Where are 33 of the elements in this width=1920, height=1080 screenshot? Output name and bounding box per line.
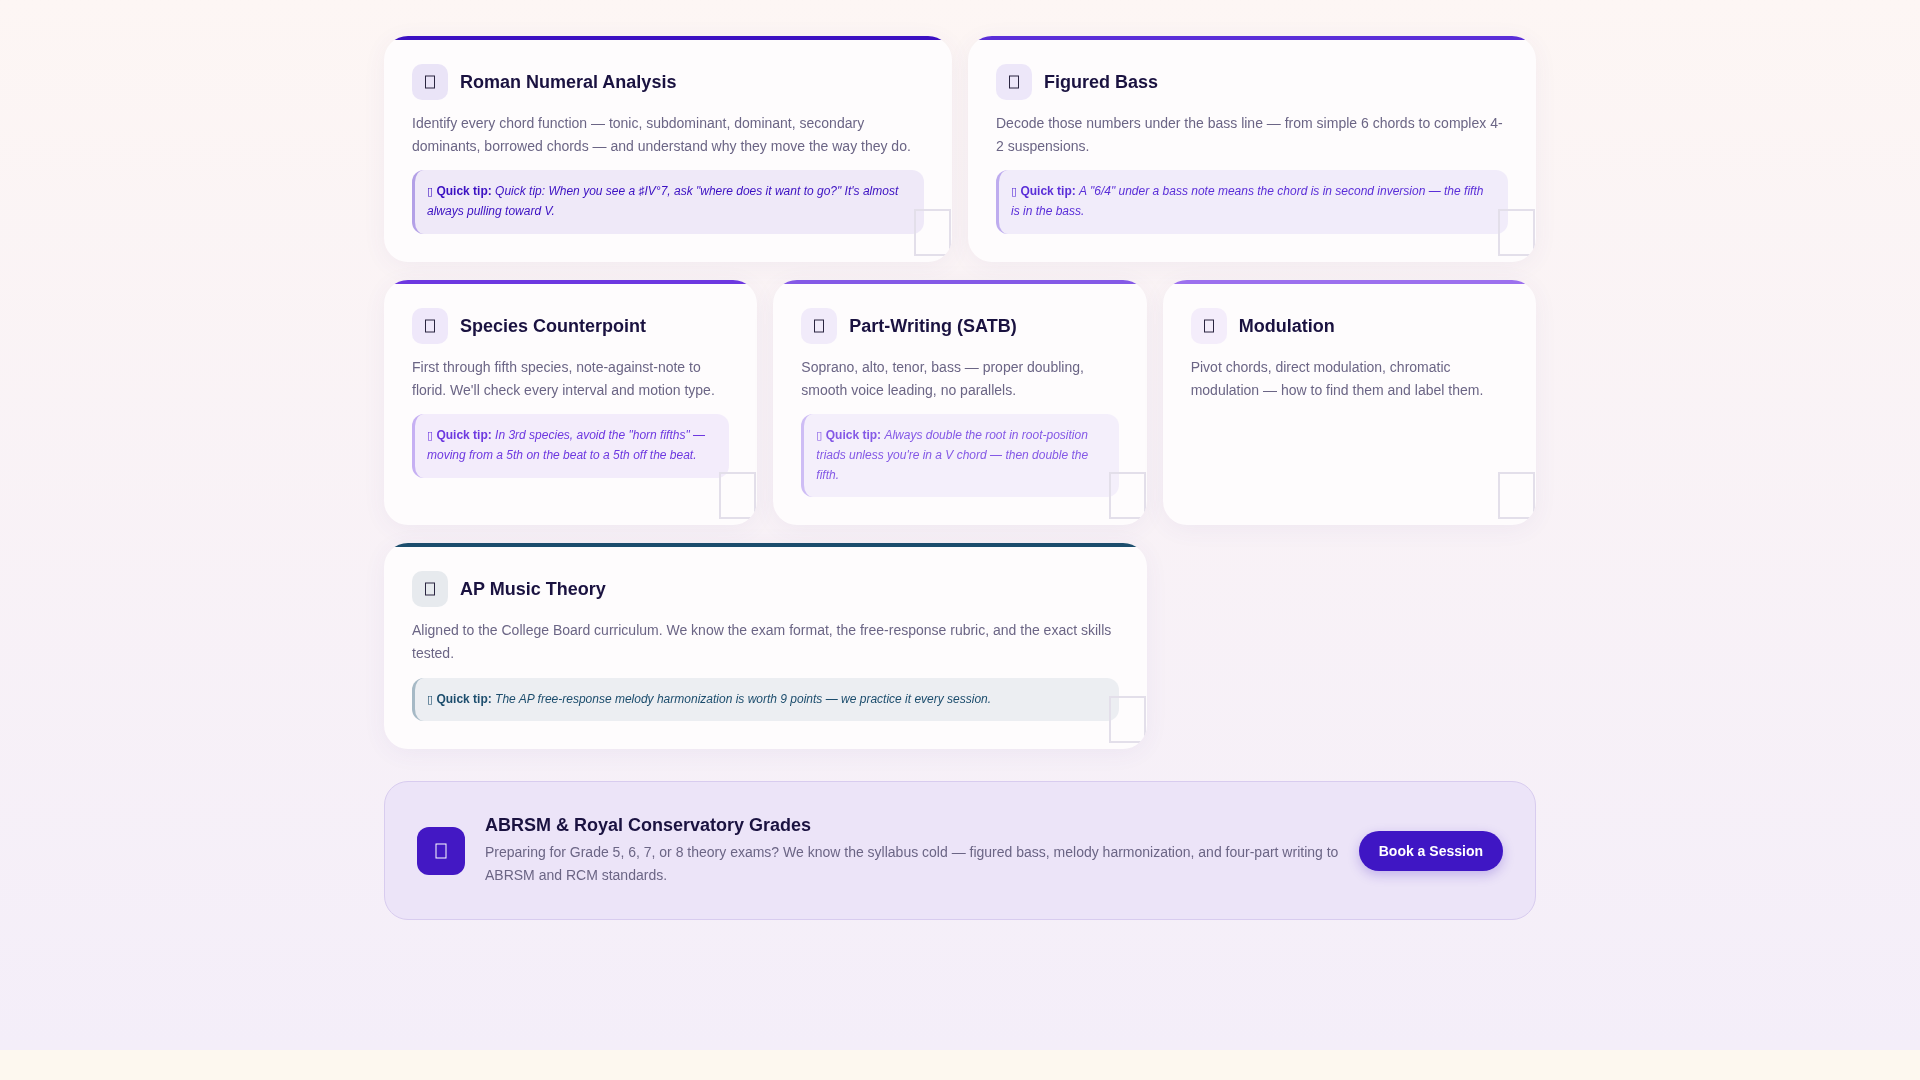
card-description: Pivot chords, direct modulation, chromatic modulation — how to find them and label them. bbox=[1190, 357, 1485, 400]
banner-title: ABRSM & Royal Conservatory Grades bbox=[485, 814, 813, 837]
card-description: Soprano, alto, tenor, bass — proper doubling, smooth voice leading, no parallels. bbox=[801, 357, 1085, 400]
rectangle-icon bbox=[417, 826, 465, 875]
rectangle-icon bbox=[1190, 307, 1227, 344]
rectangle-outline-icon bbox=[1498, 472, 1535, 520]
card-title: Part-Writing (SATB) bbox=[849, 314, 1017, 338]
rectangle-icon bbox=[801, 307, 838, 344]
card-title: AP Music Theory bbox=[460, 578, 606, 601]
quick-tip: ▯ Quick tip: A "6/4" under a bass note means the chord is in second inversion — the fifth is in the bass. bbox=[996, 170, 1508, 234]
quick-tip: ▯ Quick tip: The AP free-response melody harmonization is worth 9 points — we practice it every session. bbox=[412, 677, 1119, 722]
rectangle-outline-icon bbox=[1498, 208, 1535, 256]
card-description: Identify every chord function — tonic, subdominant, dominant, secondary dominants, borrowed chords — and understand why they move the way they do. bbox=[412, 114, 912, 157]
card-title: Species Counterpoint bbox=[460, 314, 647, 338]
quick-tip: ▯ Quick tip: Quick tip: When you see a ♯IV°7, ask "where does it want to go?" It's almost always pulling toward V. bbox=[412, 170, 924, 234]
card-title: Figured Bass bbox=[1044, 70, 1159, 94]
card-description: Decode those numbers under the bass line — from simple 6 chords to complex 4-2 suspensions. bbox=[996, 114, 1504, 157]
rectangle-icon bbox=[412, 64, 448, 100]
rectangle-icon bbox=[412, 571, 448, 608]
rectangle-icon bbox=[996, 64, 1032, 100]
card-title: Modulation bbox=[1238, 314, 1335, 338]
quick-tip: ▯ Quick tip: In 3rd species, avoid the "horn fifths" — moving from a 5th on the beat to a 5th off the beat. bbox=[412, 413, 730, 478]
rectangle-icon bbox=[412, 307, 448, 344]
card-title: Roman Numeral Analysis bbox=[460, 70, 677, 94]
quick-tip: ▯ Quick tip: Always double the root in root-position triads unless you're in a V chord — then double the fifth. bbox=[801, 413, 1119, 498]
book-session-button[interactable]: Book a Session bbox=[1358, 830, 1503, 871]
banner-description: Preparing for Grade 5, 6, 7, or 8 theory exams? We know the syllabus cold — figured bass, melody harmonization, and four-part writing to ABRSM and RCM standards. bbox=[485, 842, 1339, 885]
card-description: Aligned to the College Board curriculum. We know the exam format, the free-response rubric, and the exact skills tested. bbox=[412, 621, 1113, 664]
rectangle-outline-icon bbox=[1108, 472, 1146, 520]
rectangle-outline-icon bbox=[914, 208, 951, 256]
card-description: First through fifth species, note-against-note to florid. We'll check every interval and motion type. bbox=[412, 357, 716, 400]
rectangle-outline-icon bbox=[1108, 696, 1146, 744]
rectangle-outline-icon bbox=[719, 472, 757, 520]
